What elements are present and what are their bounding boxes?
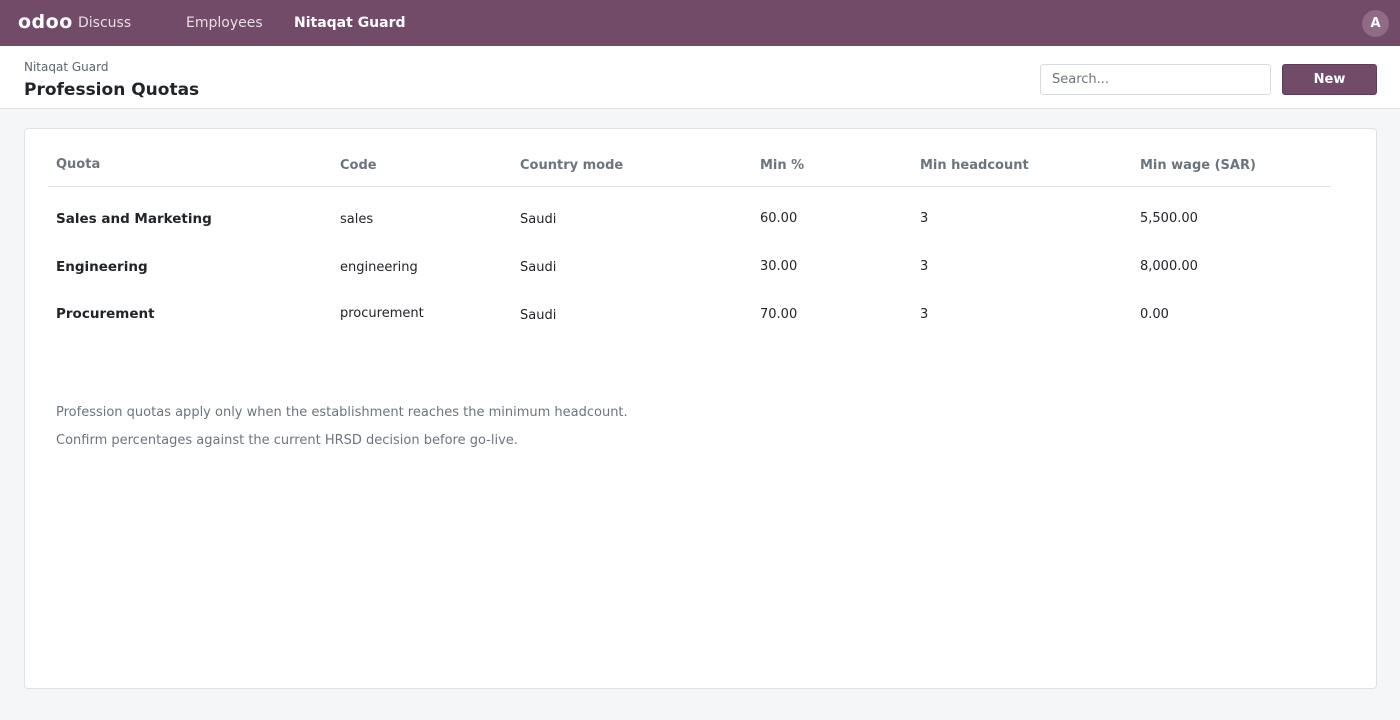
column-header-country-mode[interactable]: Country mode (520, 158, 623, 173)
help-note: Profession quotas apply only when the es… (56, 405, 628, 420)
quota-name: Sales and Marketing (56, 211, 212, 227)
control-panel: Nitaqat Guard Profession Quotas New (0, 46, 1400, 109)
nav-item-employees[interactable]: Employees (186, 15, 263, 31)
top-navbar: odoo Discuss Employees Nitaqat Guard A (0, 0, 1400, 46)
table-row[interactable]: Engineering engineering Saudi 30.00 3 8,… (25, 251, 1378, 299)
quota-code: sales (340, 212, 374, 227)
quota-min-wage: 5,500.00 (1140, 211, 1198, 226)
quota-list-card: Quota Code Country mode Min % Min headco… (24, 128, 1377, 689)
odoo-logo[interactable]: odoo (18, 11, 73, 33)
column-header-min-wage[interactable]: Min wage (SAR) (1140, 158, 1256, 173)
column-header-quota[interactable]: Quota (56, 157, 100, 172)
nav-item-discuss[interactable]: Discuss (78, 15, 131, 31)
quota-min-headcount: 3 (920, 307, 929, 322)
table-header: Quota Code Country mode Min % Min headco… (48, 129, 1331, 187)
quota-min-pct: 70.00 (760, 307, 798, 322)
quota-name: Procurement (56, 306, 155, 322)
new-button[interactable]: New (1282, 64, 1377, 95)
table-row[interactable]: Procurement procurement Saudi 70.00 3 0.… (25, 299, 1378, 347)
breadcrumb[interactable]: Nitaqat Guard (24, 60, 108, 74)
search-input[interactable] (1040, 64, 1271, 95)
quota-name: Engineering (56, 259, 148, 275)
nav-item-nitaqat-guard[interactable]: Nitaqat Guard (294, 15, 406, 31)
user-avatar[interactable]: A (1362, 10, 1389, 37)
column-header-code[interactable]: Code (340, 158, 377, 173)
quota-country-mode: Saudi (520, 260, 557, 275)
table-row[interactable]: Sales and Marketing sales Saudi 60.00 3 … (25, 203, 1378, 251)
quota-min-headcount: 3 (920, 259, 929, 274)
help-notes: Profession quotas apply only when the es… (56, 399, 628, 455)
quota-min-pct: 60.00 (760, 211, 798, 226)
column-header-min-headcount[interactable]: Min headcount (920, 158, 1029, 173)
quota-code: engineering (340, 260, 418, 275)
column-header-min-pct[interactable]: Min % (760, 158, 804, 173)
quota-country-mode: Saudi (520, 212, 557, 227)
quota-country-mode: Saudi (520, 308, 557, 323)
quota-min-pct: 30.00 (760, 259, 798, 274)
quota-min-headcount: 3 (920, 211, 929, 226)
help-note: Confirm percentages against the current … (56, 433, 518, 448)
quota-min-wage: 8,000.00 (1140, 259, 1198, 274)
quota-min-wage: 0.00 (1140, 307, 1169, 322)
quota-code: procurement (340, 306, 424, 321)
page-title: Profession Quotas (24, 80, 200, 100)
